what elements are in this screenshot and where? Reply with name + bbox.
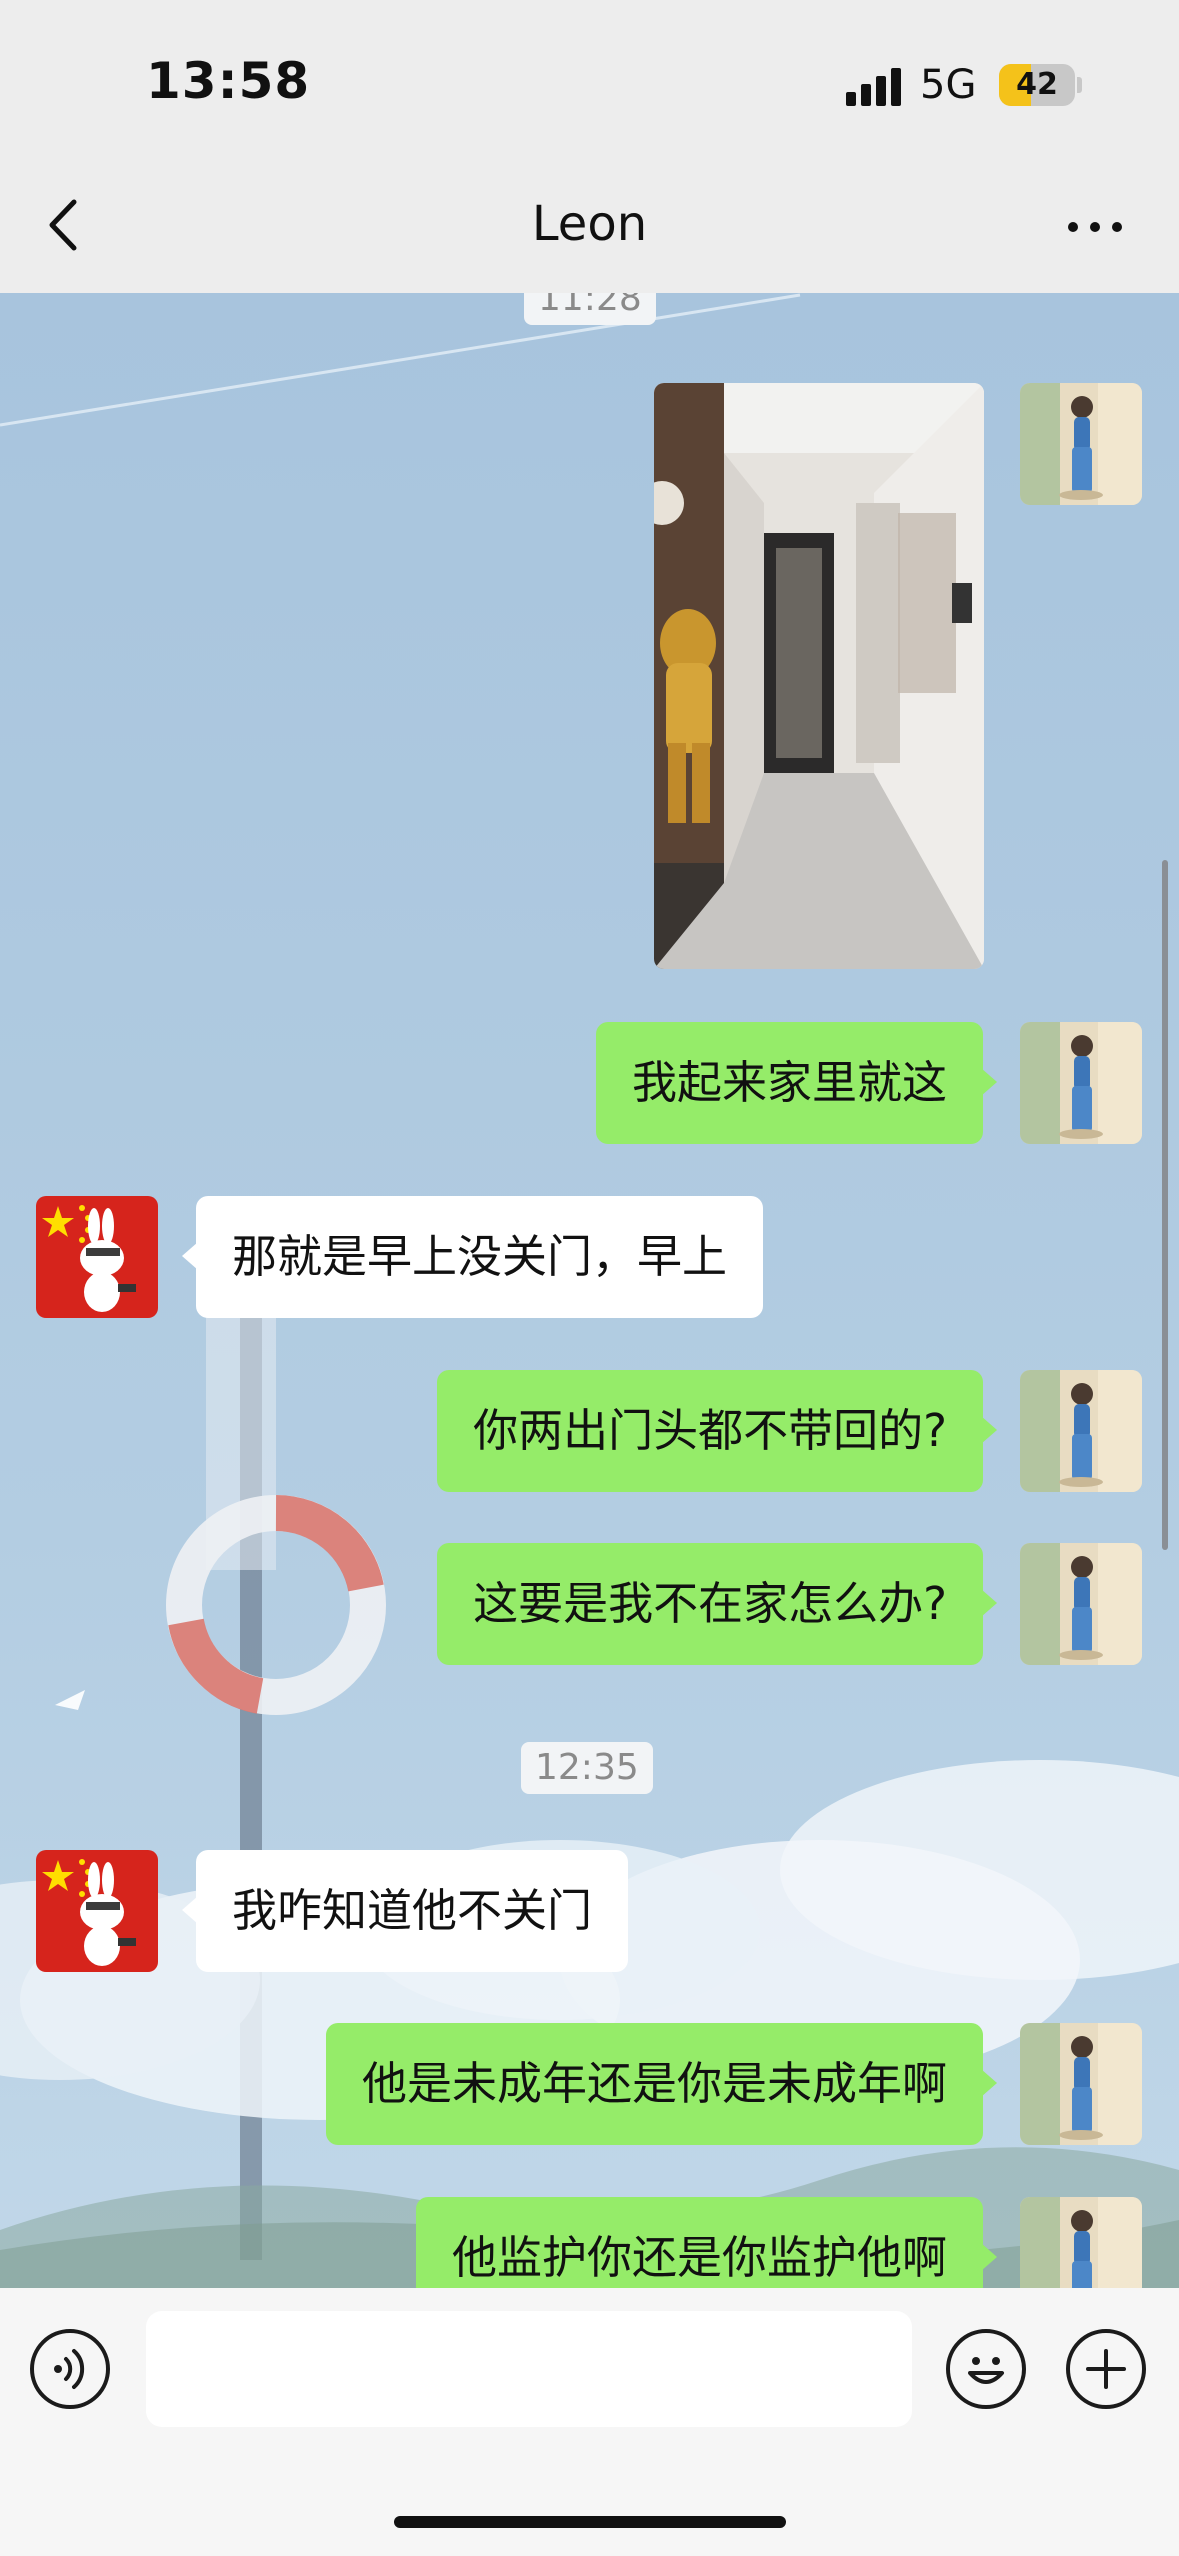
signal-strength-icon bbox=[846, 68, 902, 106]
my-avatar[interactable] bbox=[1020, 383, 1142, 505]
home-indicator bbox=[394, 2516, 786, 2528]
input-bar bbox=[0, 2288, 1179, 2556]
more-dot bbox=[1090, 222, 1100, 232]
voice-button[interactable] bbox=[30, 2329, 110, 2409]
status-time: 13:58 bbox=[146, 52, 311, 110]
more-dot bbox=[1112, 222, 1122, 232]
my-avatar[interactable] bbox=[1020, 1022, 1142, 1144]
timestamp: 12:35 bbox=[521, 1742, 653, 1794]
network-type: 5G bbox=[920, 62, 977, 108]
emoji-button[interactable] bbox=[946, 2329, 1026, 2409]
message-list[interactable]: 11:28 我起来家里就这 那就是早上没关门，早上 你两出门头都不带回的? 这要… bbox=[0, 273, 1179, 2319]
message-bubble-sent[interactable]: 他是未成年还是你是未成年啊 bbox=[325, 2023, 998, 2145]
contact-avatar[interactable] bbox=[36, 1850, 158, 1972]
message-input[interactable] bbox=[146, 2311, 912, 2427]
plus-button[interactable] bbox=[1066, 2329, 1146, 2409]
my-avatar-image bbox=[1020, 1022, 1142, 1144]
contact-avatar[interactable] bbox=[36, 1196, 158, 1318]
my-avatar[interactable] bbox=[1020, 2023, 1142, 2145]
my-avatar-image bbox=[1020, 383, 1142, 505]
scrollbar[interactable] bbox=[1162, 860, 1168, 1550]
emoji-icon bbox=[968, 2357, 1004, 2384]
my-avatar-image bbox=[1020, 1543, 1142, 1665]
message-bubble-sent[interactable]: 你两出门头都不带回的? bbox=[437, 1370, 997, 1492]
battery-percentage: 42 bbox=[1016, 67, 1058, 102]
my-avatar-image bbox=[1020, 2023, 1142, 2145]
message-bubble-sent[interactable]: 这要是我不在家怎么办? bbox=[437, 1543, 997, 1665]
my-avatar-image bbox=[1020, 1370, 1142, 1492]
top-bar: 13:58 5G 42 Leon bbox=[0, 0, 1179, 293]
message-image[interactable] bbox=[654, 383, 984, 969]
battery-icon: 42 bbox=[999, 64, 1075, 106]
my-avatar[interactable] bbox=[1020, 1543, 1142, 1665]
rabbit-flag-avatar-icon bbox=[36, 1850, 158, 1972]
chat-title: Leon bbox=[531, 196, 648, 252]
rabbit-flag-avatar-icon bbox=[36, 1196, 158, 1318]
message-bubble-sent[interactable]: 我起来家里就这 bbox=[595, 1022, 998, 1144]
voice-icon bbox=[54, 2349, 85, 2389]
plus-icon bbox=[1086, 2349, 1126, 2389]
more-button[interactable] bbox=[1060, 210, 1130, 240]
message-bubble-received[interactable]: 我咋知道他不关门 bbox=[181, 1850, 629, 1972]
battery-tip bbox=[1077, 77, 1082, 93]
my-avatar[interactable] bbox=[1020, 1370, 1142, 1492]
more-horizontal-icon bbox=[1068, 222, 1078, 232]
hallway-photo bbox=[654, 383, 984, 969]
message-bubble-received[interactable]: 那就是早上没关门，早上 bbox=[181, 1196, 764, 1318]
